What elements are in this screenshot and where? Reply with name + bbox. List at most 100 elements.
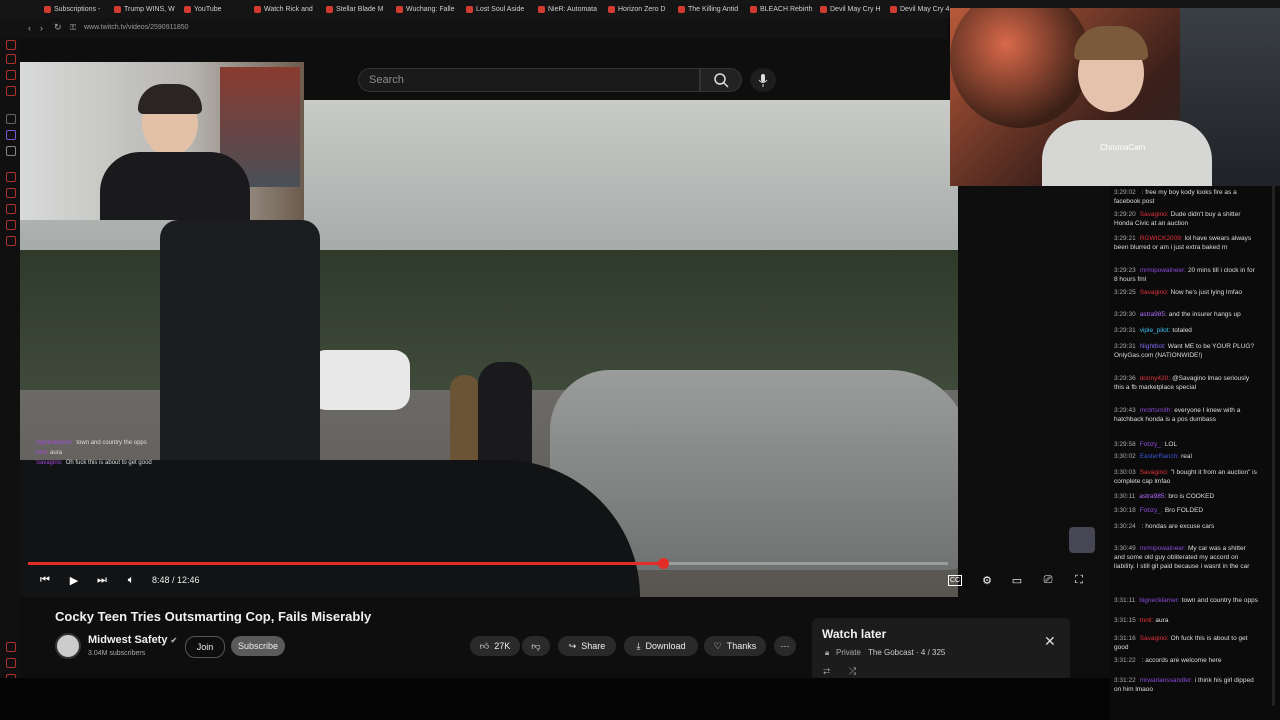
- share-button[interactable]: ↪ Share: [558, 636, 616, 656]
- search-input[interactable]: Search: [358, 68, 700, 92]
- subscribe-button[interactable]: Subscribe: [231, 636, 285, 656]
- settings-gear-icon[interactable]: ⚙: [979, 573, 995, 587]
- browser-tab[interactable]: Stellar Blade M: [326, 3, 392, 15]
- sidebar-app-icon[interactable]: [6, 236, 16, 246]
- browser-tab[interactable]: Devil May Cry H: [820, 3, 886, 15]
- chat-text: : hondas are excuse cars: [1141, 523, 1215, 530]
- streamer-hair: [1074, 26, 1148, 60]
- browser-tab[interactable]: Subscriptions -: [44, 3, 110, 15]
- chat-timestamp: 3:31:11: [1114, 597, 1136, 604]
- chat-message: 3:29:58 Fobzy_: LOL: [1114, 440, 1258, 449]
- close-icon[interactable]: ✕: [1044, 633, 1056, 650]
- chat-message: 3:30:03 Savagino: "I bought it from an auc…: [1114, 468, 1258, 486]
- share-icon: ↪: [568, 640, 577, 651]
- download-button[interactable]: ⤓ Download: [624, 636, 698, 656]
- chat-username[interactable]: Fobzy_:: [1140, 507, 1163, 514]
- next-icon[interactable]: ⏭: [94, 573, 110, 587]
- sidebar-app-icon[interactable]: [6, 130, 16, 140]
- chat-username[interactable]: mrwarlanssandler:: [1140, 677, 1193, 684]
- chat-username[interactable]: astra985:: [1140, 311, 1167, 318]
- browser-tab[interactable]: Wuchang: Falle: [396, 3, 462, 15]
- loop-icon[interactable]: ⮂: [823, 666, 830, 677]
- chat-username[interactable]: Savagino:: [1140, 211, 1169, 218]
- dislike-button[interactable]: 👎︎: [522, 636, 550, 656]
- chat-username[interactable]: Savagino:: [1140, 289, 1169, 296]
- chat-message: 3:31:22: accords are welcome here: [1114, 656, 1258, 665]
- forward-icon[interactable]: ›: [40, 23, 43, 33]
- tab-label: Subscriptions -: [54, 5, 101, 13]
- channel-avatar[interactable]: [55, 633, 81, 659]
- previous-icon[interactable]: ⏮: [37, 573, 53, 587]
- theater-mode-icon[interactable]: ▭: [1009, 573, 1025, 587]
- play-icon[interactable]: ▶: [66, 573, 82, 587]
- chat-username[interactable]: tnnll:: [1140, 617, 1154, 624]
- chat-username[interactable]: Fobzy_:: [1140, 441, 1163, 448]
- like-count: 27K: [494, 641, 511, 651]
- sidebar-app-icon[interactable]: [6, 172, 16, 182]
- sidebar-app-icon[interactable]: [6, 188, 16, 198]
- chat-username[interactable]: Nightbot:: [1140, 343, 1166, 350]
- progress-bar[interactable]: [28, 558, 948, 569]
- streamer-shirt: [100, 152, 250, 220]
- tab-favicon-icon: [466, 5, 473, 13]
- channel-name[interactable]: Midwest Safety ✔: [88, 634, 177, 646]
- chat-timestamp: 3:29:25: [1114, 289, 1136, 296]
- chat-timestamp: 3:31:16: [1114, 635, 1136, 642]
- chat-scrollbar[interactable]: [1272, 186, 1275, 706]
- playlist-owner[interactable]: The Gobcast · 4 / 325: [868, 648, 945, 657]
- chat-username[interactable]: mrmipowalneer:: [1140, 267, 1186, 274]
- progress-scrubber[interactable]: [657, 558, 669, 569]
- tab-label: The Killing Antid: [688, 5, 739, 13]
- browser-tab[interactable]: Trump WINS, W: [114, 3, 180, 15]
- chat-username[interactable]: donny420:: [1140, 375, 1170, 382]
- sidebar-app-icon[interactable]: [6, 40, 16, 50]
- chat-username[interactable]: bignecklamer:: [1139, 597, 1179, 604]
- watch-later-title[interactable]: Watch later: [822, 627, 886, 641]
- browser-tab[interactable]: Watch Rick and: [254, 3, 320, 15]
- chat-username[interactable]: Savagino:: [1140, 469, 1169, 476]
- chat-username[interactable]: mrdrtsmith:: [1140, 407, 1173, 414]
- tab-favicon-icon: [396, 5, 403, 13]
- sidebar-app-icon[interactable]: [6, 220, 16, 230]
- chat-username[interactable]: Savagino:: [1140, 635, 1169, 642]
- browser-tab[interactable]: Devil May Cry 4: [890, 3, 956, 15]
- sidebar-app-icon[interactable]: [6, 204, 16, 214]
- like-button[interactable]: 👍︎ 27K: [470, 636, 520, 656]
- channel-name-text[interactable]: Midwest Safety: [88, 634, 167, 646]
- sidebar-app-icon[interactable]: [6, 86, 16, 96]
- browser-tab[interactable]: Lost Soul Aside: [466, 3, 532, 15]
- overlay-chat-text: town and country the opps: [76, 440, 147, 446]
- chat-username[interactable]: RGWICK2009:: [1140, 235, 1183, 242]
- url-text[interactable]: www.twitch.tv/videos/2590911850: [84, 24, 189, 31]
- browser-tab[interactable]: NieR: Automata: [538, 3, 604, 15]
- chat-username[interactable]: astra985:: [1139, 493, 1166, 500]
- back-icon[interactable]: ‹: [28, 23, 31, 33]
- voice-search-button[interactable]: [750, 68, 776, 92]
- channel-watermark[interactable]: [1069, 527, 1095, 553]
- browser-tab[interactable]: BLEACH Rebirth: [750, 3, 816, 15]
- sidebar-app-icon[interactable]: [6, 146, 16, 156]
- sidebar-app-icon[interactable]: [6, 114, 16, 124]
- sidebar-app-icon[interactable]: [6, 54, 16, 64]
- sidebar-app-icon[interactable]: [6, 70, 16, 80]
- shuffle-icon[interactable]: ⤮: [849, 666, 856, 677]
- search-button[interactable]: [700, 68, 742, 92]
- chat-username[interactable]: mrmipowalneer:: [1140, 545, 1186, 552]
- chat-message: 3:29:02: free my boy kody looks fire as …: [1114, 188, 1258, 206]
- join-button[interactable]: Join: [185, 636, 225, 658]
- volume-icon[interactable]: 🔈︎: [123, 573, 139, 587]
- fullscreen-icon[interactable]: ⛶: [1071, 573, 1087, 587]
- sidebar-app-icon[interactable]: [6, 658, 16, 668]
- browser-tab[interactable]: Horizon Zero D: [608, 3, 674, 15]
- browser-tab[interactable]: YouTube: [184, 3, 250, 15]
- captions-icon[interactable]: CC: [948, 575, 962, 586]
- more-actions-button[interactable]: ⋯: [774, 636, 796, 656]
- chat-username[interactable]: EasterRanch:: [1140, 453, 1179, 460]
- sidebar-app-icon[interactable]: [6, 642, 16, 652]
- verified-badge-icon: ✔: [170, 636, 178, 645]
- cast-icon[interactable]: ⎚: [1040, 573, 1056, 587]
- chat-username[interactable]: viple_pilot:: [1140, 327, 1171, 334]
- browser-tab[interactable]: The Killing Antid: [678, 3, 744, 15]
- reload-icon[interactable]: ↻: [54, 22, 62, 33]
- thanks-button[interactable]: ♡ Thanks: [704, 636, 766, 656]
